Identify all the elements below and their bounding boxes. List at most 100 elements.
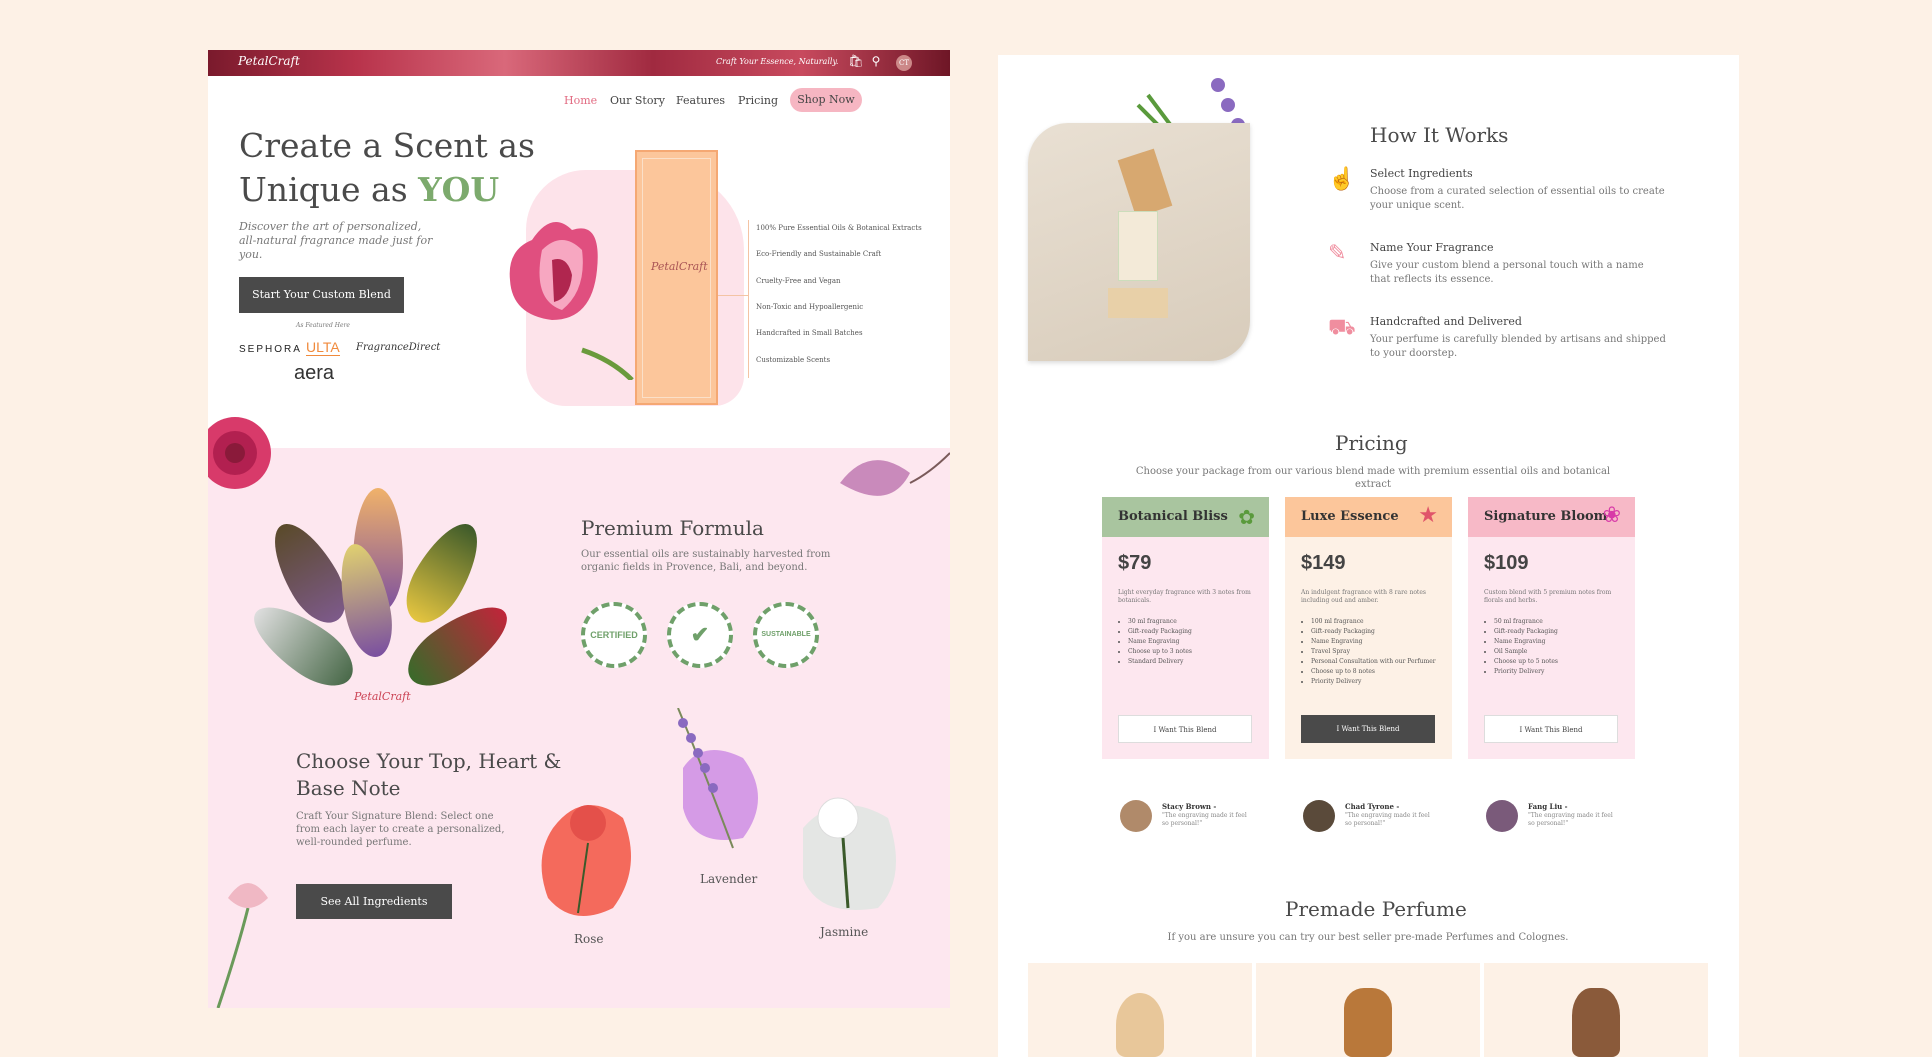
choose-plan-button[interactable]: I Want This Blend [1301,715,1435,743]
avatar [1120,800,1152,832]
hero-title-line2: Unique as [239,170,419,209]
plan-price: $149 [1301,552,1346,574]
feature-item: Non-Toxic and Hypoallergenic [756,303,864,311]
plan-description: An indulgent fragrance with 8 rare notes… [1301,589,1426,604]
hand-pointer-icon: ☝ [1328,167,1356,192]
certified-badge: CERTIFIED [581,602,647,668]
testimonial-quote: "The engraving made it feel so personal!… [1528,812,1613,827]
box-logo: PetalCraft [651,260,708,273]
perfume-bottle-image [1572,988,1620,1057]
brand-fragrance-direct: FragranceDirect [356,342,441,353]
feature-item: Cruelty-Free and Vegan [756,277,841,285]
perfume-bottle-image [1344,988,1392,1057]
lily-illustration [216,883,268,1008]
nav-pricing[interactable]: Pricing [738,94,778,107]
star-icon: ★ [1418,503,1438,528]
brand-sephora: SEPHORA [239,344,302,355]
magnolia-illustration [840,452,950,496]
notes-title: Choose Your Top, Heart & Base Note [296,749,562,800]
start-custom-blend-button[interactable]: Start Your Custom Blend [239,277,404,313]
tulip-illustration [509,222,634,380]
collage-logo: PetalCraft [354,690,411,703]
plan-description: Custom blend with 5 premium notes from f… [1484,589,1612,604]
rose-corner-illustration [208,417,271,489]
step-title: Handcrafted and Delivered [1370,315,1522,328]
step-text: Choose from a curated selection of essen… [1370,186,1665,211]
testimonial-quote: "The engraving made it feel so personal!… [1345,812,1430,827]
plan-price: $109 [1484,552,1529,574]
shop-now-button[interactable]: Shop Now [790,88,862,112]
hero-title-highlight: YOU [418,170,500,209]
plan-description: Light everyday fragrance with 3 notes fr… [1118,589,1251,604]
how-it-works-title: How It Works [1370,123,1509,147]
premium-title: Premium Formula [581,516,764,540]
brand-ulta: ULTA [306,339,340,356]
nav-our-story[interactable]: Our Story [610,94,665,107]
perfume-card[interactable] [1028,963,1252,1057]
pricing-card-signature-bloom: Signature Bloom ❀ $109 Custom blend with… [1468,497,1635,759]
flower-label-lavender: Lavender [700,872,758,886]
feature-item: Customizable Scents [756,356,831,364]
step-text: Your perfume is carefully blended by art… [1370,334,1666,359]
step-title: Name Your Fragrance [1370,241,1494,254]
pricing-subtitle: Choose your package from our various ble… [1135,466,1611,490]
check-badge: ✔ [667,602,733,668]
delivery-truck-icon: ⛟ [1328,315,1356,340]
lavender-illustration [677,708,758,849]
flower-icon: ❀ [1602,503,1621,528]
avatar[interactable]: CT [896,55,912,71]
premade-subtitle: If you are unsure you can try our best s… [1167,932,1569,943]
choose-plan-button[interactable]: I Want This Blend [1484,715,1618,743]
perfume-card[interactable] [1256,963,1480,1057]
landing-page-hero-panel: PetalCraft Craft Your Essence, Naturally… [208,50,950,1008]
feature-item: Handcrafted in Small Batches [756,329,863,337]
perfume-bottle-image [1116,993,1164,1057]
see-all-ingredients-button[interactable]: See All Ingredients [296,884,452,919]
testimonial-name: Stacy Brown - [1162,802,1217,811]
nav-features[interactable]: Features [676,94,725,107]
leaf-icon: ✿ [1238,505,1255,529]
pen-icon: ✎ [1328,241,1347,266]
landing-page-details-panel: How It Works ☝ Select Ingredients Choose… [998,55,1739,1057]
perfume-card[interactable] [1484,963,1708,1057]
step-title: Select Ingredients [1370,167,1473,180]
bag-icon[interactable]: 🛍 [848,54,864,70]
top-bar: PetalCraft Craft Your Essence, Naturally… [208,50,950,76]
jasmine-illustration [803,797,896,910]
brand-tagline: Craft Your Essence, Naturally. [716,57,839,66]
plan-features: 50 ml fragrance Gift-ready Packaging Nam… [1484,617,1558,677]
step-text: Give your custom blend a personal touch … [1370,260,1644,285]
hero-title-line1: Create a Scent as [239,126,535,165]
pricing-title: Pricing [1335,431,1408,455]
flower-label-jasmine: Jasmine [820,925,869,939]
choose-plan-button[interactable]: I Want This Blend [1118,715,1252,743]
notes-text: Craft Your Signature Blend: Select one f… [296,811,505,848]
sustainable-badge: SUSTAINABLE [753,602,819,668]
avatar [1303,800,1335,832]
premade-title: Premade Perfume [1285,897,1467,921]
avatar [1486,800,1518,832]
nav-home[interactable]: Home [564,94,597,107]
featured-label: As Featured Here [296,322,350,329]
brand-logo[interactable]: PetalCraft [238,54,300,68]
main-nav: Home Our Story Features Pricing Shop Now [208,88,950,112]
feature-item: Eco-Friendly and Sustainable Craft [756,250,882,258]
flower-label-rose: Rose [574,932,604,946]
plan-price: $79 [1118,552,1152,574]
hero-subtitle: Discover the art of personalized, all-na… [239,220,433,261]
feature-item: 100% Pure Essential Oils & Botanical Ext… [756,224,922,232]
rose-illustration [541,805,631,916]
pricing-card-botanical-bliss: Botanical Bliss ✿ $79 Light everyday fra… [1102,497,1269,759]
premium-section: PetalCraft Premium Formula Our essential… [208,417,950,1008]
search-icon[interactable]: ⚲ [868,54,884,70]
premium-text: Our essential oils are sustainably harve… [581,549,831,573]
testimonial-quote: "The engraving made it feel so personal!… [1162,812,1247,827]
plan-features: 100 ml fragrance Gift-ready Packaging Na… [1301,617,1441,687]
pricing-card-luxe-essence: Luxe Essence ★ $149 An indulgent fragran… [1285,497,1452,759]
testimonial-name: Chad Tyrone - [1345,802,1400,811]
hero-title: Create a Scent as Unique as YOU [239,124,535,212]
plan-features: 30 ml fragrance Gift-ready Packaging Nam… [1118,617,1192,667]
testimonial-name: Fang Liu - [1528,802,1568,811]
product-photo [1028,123,1250,361]
brand-aera: aera [294,362,335,384]
